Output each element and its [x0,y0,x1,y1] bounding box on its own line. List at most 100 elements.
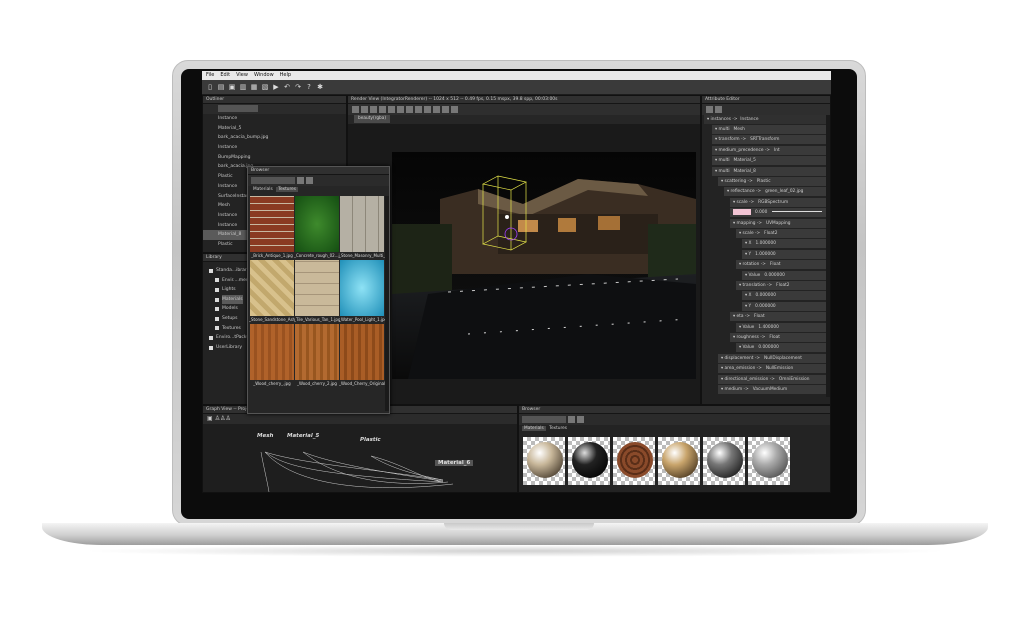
help-icon[interactable]: ? [305,83,313,91]
texture-thumb-wood-cherry-original[interactable] [340,324,384,380]
outliner-item[interactable]: Instance [203,114,346,124]
attr-row[interactable]: ▾ area_emission -> NullEmission [718,364,826,374]
zoom-icon[interactable] [352,106,359,113]
attr-row[interactable]: ▾ Value 1.400000 [736,322,826,332]
attr-row[interactable]: ▾ X 1.000000 [742,239,826,249]
refresh-icon[interactable] [715,106,722,113]
tab-materials[interactable]: Materials [522,426,546,431]
list-view-icon[interactable] [305,177,313,184]
graph-canvas[interactable] [203,424,517,492]
outliner-item[interactable]: Instance [203,143,346,153]
render-icon[interactable]: ▶ [272,83,280,91]
material-swatch[interactable] [747,436,791,486]
graph-person-icon[interactable]: ♙ [225,415,230,422]
tab-materials[interactable]: Materials [251,187,275,192]
attr-row[interactable]: ▾ directional_emission -> OmniEmission [718,374,826,384]
texture-thumb-wood-cherry[interactable] [250,324,294,380]
tab-beauty[interactable]: beauty(rgba) [354,115,391,123]
graph-node-material-6[interactable]: Material_6 [435,460,474,466]
attr-row[interactable]: ▾ Value 0.000000 [736,343,826,353]
graph-lock-icon[interactable]: ▣ [207,415,213,422]
select-icon[interactable] [415,106,422,113]
color-swatch[interactable] [733,208,751,215]
move-icon[interactable] [424,106,431,113]
material-swatch[interactable] [522,436,566,486]
outliner-search-input[interactable] [218,105,258,112]
render-region-icon[interactable]: ▦ [250,83,258,91]
menu-view[interactable]: View [236,72,248,79]
rotate-icon[interactable] [433,106,440,113]
attr-row[interactable]: ▾ medium_precedence -> Int [712,145,826,155]
undo-icon[interactable]: ↶ [283,83,291,91]
attr-row[interactable]: ▾ scattering -> Plastic [718,177,826,186]
render-settings-icon[interactable]: ▥ [239,83,247,91]
attr-row[interactable]: ▾ eta -> Float [730,312,826,322]
bug-icon[interactable]: ✱ [316,83,324,91]
outliner-item[interactable]: bark_acacia_bump.jpg [203,133,346,143]
pan-icon[interactable] [361,106,368,113]
value-slider[interactable] [772,211,823,213]
grid-view-icon[interactable] [296,177,304,184]
attr-row[interactable]: ▾ mapping -> UVMapping [730,218,826,228]
attr-row[interactable]: ▾ Y 0.000000 [742,301,826,311]
graph-node-material-5[interactable]: Material_5 [287,433,319,439]
texture-thumb-brick[interactable] [250,196,294,252]
attr-row[interactable]: ▾ Value 0.000000 [742,270,826,280]
attr-row[interactable]: ▾ reflectance -> green_leaf_02.jpg [724,187,826,197]
material-swatch[interactable] [702,436,746,486]
new-file-icon[interactable]: ▯ [206,83,214,91]
texture-thumb-stone-masonry[interactable] [340,196,384,252]
menu-help[interactable]: Help [280,72,291,79]
attr-row[interactable]: ▾ scale -> RGBSpectrum [730,197,826,207]
tab-textures[interactable]: Textures [276,187,299,192]
stop-icon[interactable] [379,106,386,113]
outliner-item[interactable]: Material_5 [203,124,346,134]
attr-row[interactable]: ▾ translation -> Float2 [736,281,826,290]
render-viewport[interactable] [348,124,700,404]
texture-thumb-wood-cherry-2[interactable] [295,324,339,380]
menu-file[interactable]: File [206,72,214,79]
floating-browser-search-input[interactable] [251,177,295,184]
grid-view-icon[interactable] [567,416,575,423]
attr-row[interactable]: ▾ roughness -> Float [730,333,826,342]
material-swatch[interactable] [612,436,656,486]
attr-row[interactable]: ▾ multi Material_8 [712,166,826,176]
import-icon[interactable]: ▧ [261,83,269,91]
texture-thumb-water[interactable] [340,260,384,316]
attr-row[interactable]: ▾ Y 1.000000 [742,249,826,259]
list-view-icon[interactable] [576,416,584,423]
save-icon[interactable]: ▣ [228,83,236,91]
attr-row[interactable]: 0.000 [730,208,826,218]
texture-thumb-tile[interactable] [295,260,339,316]
graph-node-mesh[interactable]: Mesh [257,433,273,439]
texture-thumb-sandstone[interactable] [250,260,294,316]
attr-row[interactable]: ▾ displacement -> NullDisplacement [718,353,826,363]
open-folder-icon[interactable]: ▤ [217,83,225,91]
menu-edit[interactable]: Edit [220,72,230,79]
grid-icon[interactable] [406,106,413,113]
graph-node-plastic[interactable]: Plastic [360,437,381,443]
browser-search-input[interactable] [522,416,566,423]
attr-row[interactable]: ▾ multi Mesh [712,125,826,134]
tab-textures[interactable]: Textures [547,426,569,431]
eyedropper-icon[interactable] [451,106,458,113]
attr-row[interactable]: ▾ rotation -> Float [736,260,826,270]
lock-icon[interactable] [706,106,713,113]
attr-row[interactable]: ▾ transform -> SRTTransform [712,135,826,145]
texture-thumb-concrete[interactable] [295,196,339,252]
light-icon[interactable] [397,106,404,113]
attr-root[interactable]: ▾ instances -> Instance [704,115,826,124]
menu-window[interactable]: Window [254,72,274,79]
scale-icon[interactable] [442,106,449,113]
attr-row[interactable]: ▾ medium -> VacuumMedium [718,385,826,394]
material-swatch[interactable] [657,436,701,486]
pause-icon[interactable] [370,106,377,113]
attr-row[interactable]: ▾ multi Material_5 [712,156,826,166]
attribute-scrollbar[interactable] [826,115,830,397]
attr-row[interactable]: ▾ scale -> Float2 [736,229,826,238]
attr-row[interactable]: ▾ X 0.000000 [742,291,826,301]
redo-icon[interactable]: ↷ [294,83,302,91]
floating-browser-scrollbar[interactable] [385,196,389,411]
camera-icon[interactable] [388,106,395,113]
outliner-item[interactable]: BumpMapping [203,153,346,163]
